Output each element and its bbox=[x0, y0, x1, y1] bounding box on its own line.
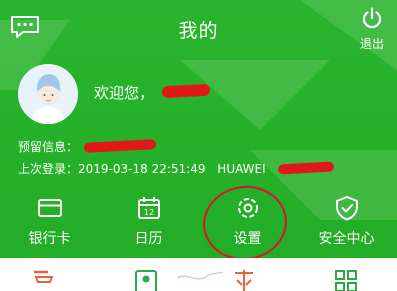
avatar[interactable] bbox=[18, 64, 78, 124]
calendar-button[interactable]: 12 日历 bbox=[99, 190, 198, 256]
redacted-username bbox=[161, 83, 211, 99]
last-login-time: 2019-03-18 22:51:49 bbox=[78, 162, 206, 176]
page-title: 我的 bbox=[178, 20, 219, 42]
wealth-icon[interactable] bbox=[231, 268, 257, 291]
login-device: HUAWEI bbox=[217, 162, 266, 176]
calendar-label: 日历 bbox=[134, 231, 163, 247]
bank-card-label: 银行卡 bbox=[28, 231, 71, 247]
reserved-info-label: 预留信息： bbox=[18, 140, 79, 154]
calendar-icon: 12 bbox=[137, 197, 160, 219]
security-center-button[interactable]: 安全中心 bbox=[297, 190, 396, 256]
bank-card-icon bbox=[37, 199, 62, 217]
security-center-label: 安全中心 bbox=[318, 231, 375, 247]
bank-card-button[interactable]: 银行卡 bbox=[0, 190, 99, 256]
logout-label: 退出 bbox=[359, 37, 384, 51]
last-login-label: 上次登录： bbox=[18, 162, 79, 176]
bottom-menu-strip bbox=[0, 258, 397, 291]
squiggle-mark-icon bbox=[176, 271, 224, 280]
shield-check-icon bbox=[335, 196, 358, 221]
last-login-row: 上次登录：2019-03-18 22:51:49 HUAWEI bbox=[18, 160, 266, 177]
logout-button[interactable]: 退出 bbox=[355, 6, 389, 52]
calendar-day: 12 bbox=[143, 208, 153, 217]
my-account-screen: 我的 退出 欢迎您， 预留信息： 上次登录：2019-03-18 22:51:4… bbox=[0, 0, 397, 291]
quick-actions: 银行卡 12 日历 设置 安全中心 bbox=[0, 190, 397, 256]
welcome-text: 欢迎您， bbox=[94, 84, 155, 102]
contact-card-icon[interactable] bbox=[133, 268, 159, 291]
power-icon bbox=[362, 7, 382, 29]
header-bar: 我的 退出 bbox=[0, 0, 397, 56]
orange-service-icon[interactable] bbox=[30, 268, 56, 291]
grid-menu-icon[interactable] bbox=[333, 268, 359, 291]
